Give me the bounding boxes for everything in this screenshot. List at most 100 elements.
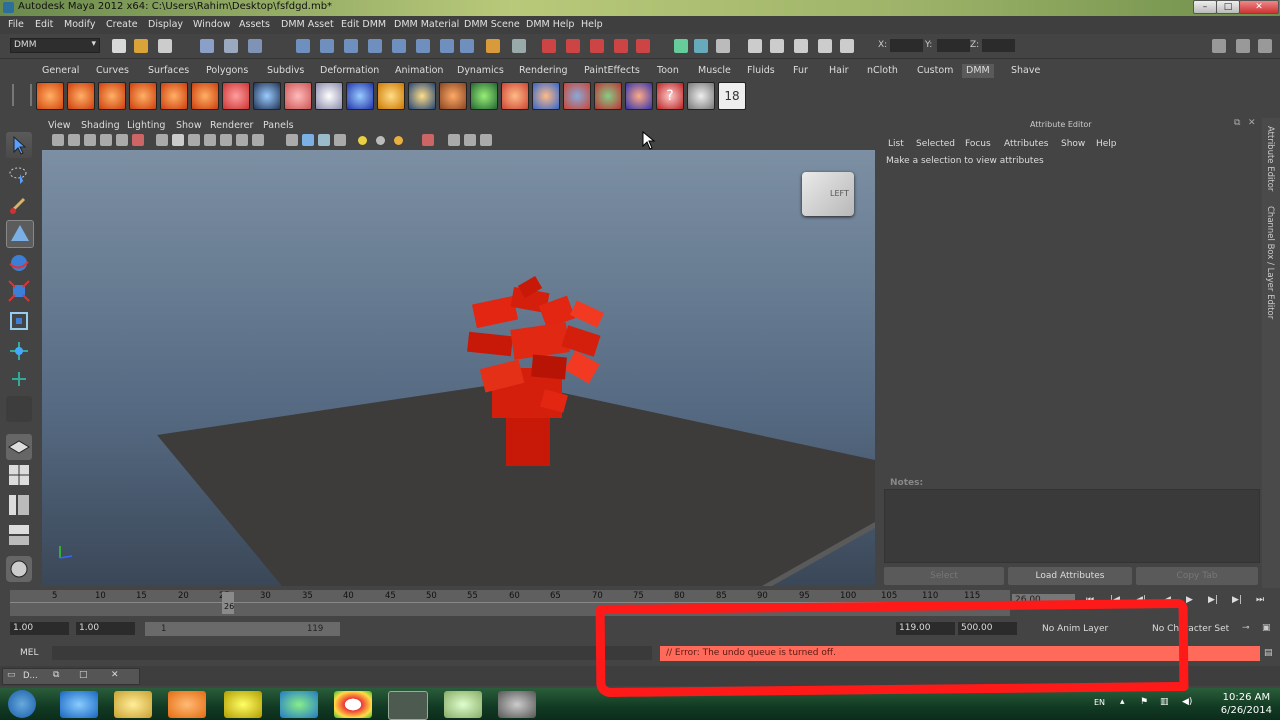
- help-question-icon[interactable]: [460, 39, 474, 53]
- grid-toggle-icon[interactable]: [156, 134, 168, 146]
- shelf-menu-icon[interactable]: [12, 84, 32, 106]
- snap-curve-icon[interactable]: [320, 39, 334, 53]
- open-scene-icon[interactable]: [134, 39, 148, 53]
- default-lighting-icon[interactable]: [358, 136, 367, 145]
- tab-subdivs[interactable]: Subdivs: [263, 64, 308, 78]
- maya-taskbar-icon[interactable]: [388, 691, 428, 720]
- maximize-button[interactable]: □: [1216, 0, 1240, 14]
- go-to-end-icon[interactable]: ⏭: [1256, 595, 1264, 605]
- load-attributes-button[interactable]: Load Attributes: [1008, 567, 1132, 585]
- render-icon[interactable]: [542, 39, 556, 53]
- menu-edit[interactable]: Edit: [35, 19, 53, 30]
- minimized-window[interactable]: ▭ D... ⧉ □ ✕: [2, 668, 140, 685]
- attr-menu-list[interactable]: List: [888, 139, 904, 149]
- dmm-help-icon[interactable]: ?: [656, 82, 684, 110]
- menu-modify[interactable]: Modify: [64, 19, 95, 30]
- ipr-render-icon[interactable]: [566, 39, 580, 53]
- select-camera-icon[interactable]: [52, 134, 64, 146]
- internet-explorer-icon[interactable]: [60, 691, 98, 718]
- bookmark-icon[interactable]: [84, 134, 96, 146]
- messenger-icon[interactable]: [224, 691, 262, 718]
- 2d-pan-zoom-icon[interactable]: [116, 134, 128, 146]
- channel-box-icon[interactable]: [818, 39, 832, 53]
- dmm-green-cube-icon[interactable]: [470, 82, 498, 110]
- viewport-menu-shading[interactable]: Shading: [81, 120, 120, 131]
- resolution-gate-icon[interactable]: [188, 134, 200, 146]
- scale-tool-icon[interactable]: [6, 278, 32, 304]
- select-tool-icon[interactable]: [6, 132, 32, 158]
- all-lights-icon[interactable]: [376, 136, 385, 145]
- menu-edit-dmm[interactable]: Edit DMM: [341, 19, 386, 30]
- field-chart-icon[interactable]: [220, 134, 232, 146]
- current-time-indicator[interactable]: 26: [222, 592, 234, 614]
- show-channel-box-icon[interactable]: [1258, 39, 1272, 53]
- perspective-viewport[interactable]: LEFT: [42, 150, 875, 586]
- volume-icon[interactable]: ◀): [1182, 697, 1192, 707]
- dmm-shatter-sphere-icon[interactable]: [67, 82, 95, 110]
- close-panel-icon[interactable]: ✕: [1248, 118, 1256, 128]
- notes-textarea[interactable]: [884, 489, 1260, 563]
- close-button[interactable]: ✕: [1239, 0, 1279, 14]
- maximize-icon[interactable]: □: [79, 670, 88, 680]
- menu-assets[interactable]: Assets: [239, 19, 270, 30]
- dmm-material-icon[interactable]: [439, 82, 467, 110]
- network-icon[interactable]: [280, 691, 318, 718]
- viewport-menu-lighting[interactable]: Lighting: [127, 120, 165, 131]
- tab-general[interactable]: General: [38, 64, 83, 78]
- side-tab-channel-box[interactable]: Channel Box / Layer Editor: [1265, 206, 1275, 319]
- four-pane-layout-icon[interactable]: [6, 462, 32, 488]
- xray-icon[interactable]: [448, 134, 460, 146]
- safe-title-icon[interactable]: [252, 134, 264, 146]
- history-icon[interactable]: [416, 39, 430, 53]
- dmm-shatter-icon[interactable]: [36, 82, 64, 110]
- menu-dmm-help[interactable]: DMM Help: [526, 19, 574, 30]
- tab-ncloth[interactable]: nCloth: [863, 64, 902, 78]
- render-view-icon[interactable]: [636, 39, 650, 53]
- shadows-icon[interactable]: [394, 136, 403, 145]
- show-tool-settings-icon[interactable]: [1236, 39, 1250, 53]
- range-slider[interactable]: 1 119: [145, 622, 340, 636]
- viewport-menu-view[interactable]: View: [48, 120, 71, 131]
- wireframe-icon[interactable]: [286, 134, 298, 146]
- smooth-shade-icon[interactable]: [302, 134, 314, 146]
- single-pane-layout-icon[interactable]: [6, 434, 32, 460]
- tab-hair[interactable]: Hair: [825, 64, 853, 78]
- menu-set-dropdown[interactable]: DMM ▾: [10, 38, 100, 53]
- snap-plane-icon[interactable]: [368, 39, 382, 53]
- lock-icon[interactable]: [486, 39, 500, 53]
- step-forward-frame-icon[interactable]: ▶|: [1232, 595, 1242, 605]
- notepad-icon[interactable]: [444, 691, 482, 718]
- tab-surfaces[interactable]: Surfaces: [144, 64, 193, 78]
- snap-grid-icon[interactable]: [296, 39, 310, 53]
- construction-icon[interactable]: [440, 39, 454, 53]
- dmm-cone-icon[interactable]: [129, 82, 157, 110]
- hud-icon[interactable]: [480, 134, 492, 146]
- relative-transform-icon[interactable]: [716, 39, 730, 53]
- rotate-tool-icon[interactable]: [6, 250, 32, 276]
- dmm-voronoi-icon[interactable]: [191, 82, 219, 110]
- menu-file[interactable]: File: [8, 19, 24, 30]
- tab-polygons[interactable]: Polygons: [202, 64, 252, 78]
- safe-action-icon[interactable]: [236, 134, 248, 146]
- move-tool-icon[interactable]: [6, 220, 34, 248]
- close-icon[interactable]: ✕: [111, 670, 119, 680]
- menu-create[interactable]: Create: [106, 19, 138, 30]
- flag-icon[interactable]: ⚑: [1140, 697, 1148, 707]
- input-line-icon[interactable]: [674, 39, 688, 53]
- auto-key-icon[interactable]: ⊸: [1242, 623, 1250, 633]
- dmm-wood-icon[interactable]: [98, 82, 126, 110]
- dmm-export-icon[interactable]: [625, 82, 653, 110]
- tab-fluids[interactable]: Fluids: [743, 64, 779, 78]
- attr-menu-selected[interactable]: Selected: [916, 139, 955, 149]
- language-indicator[interactable]: EN: [1094, 698, 1105, 707]
- custom-layout-icon[interactable]: [6, 556, 32, 582]
- minimize-button[interactable]: –: [1193, 0, 1217, 14]
- copy-tab-button[interactable]: Copy Tab: [1136, 567, 1258, 585]
- play-forwards-icon[interactable]: ▶: [1186, 595, 1193, 605]
- side-tab-attribute-editor[interactable]: Attribute Editor: [1265, 126, 1275, 191]
- dmm-link-icon[interactable]: [253, 82, 281, 110]
- viewport-menu-panels[interactable]: Panels: [263, 120, 294, 131]
- dmm-scene-icon[interactable]: [563, 82, 591, 110]
- tool-app-icon[interactable]: [498, 691, 536, 718]
- textured-icon[interactable]: [334, 134, 346, 146]
